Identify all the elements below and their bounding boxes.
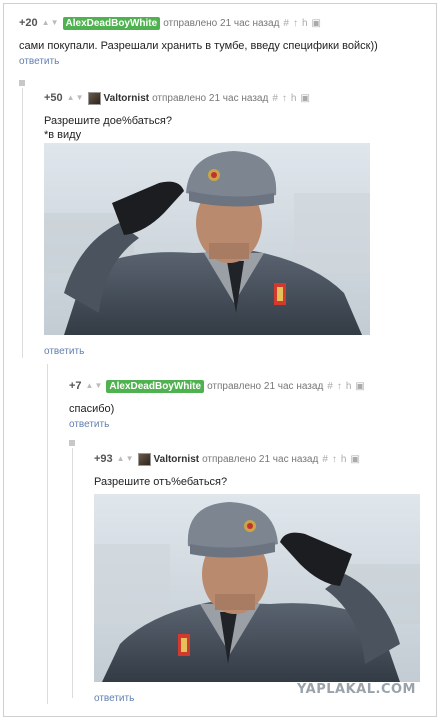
- comment-4: +93 ▲ ▼ Valtornist отправлено 21 час наз…: [94, 451, 424, 489]
- vote-up-icon[interactable]: ▲: [42, 19, 50, 27]
- permalink-icon[interactable]: #: [283, 18, 289, 29]
- tree-icon[interactable]: h: [341, 454, 347, 465]
- timestamp: отправлено 21 час назад: [163, 17, 280, 29]
- avatar[interactable]: [137, 452, 151, 466]
- permalink-icon[interactable]: #: [272, 93, 278, 104]
- save-icon[interactable]: ▣: [312, 18, 321, 29]
- vote-down-icon[interactable]: ▼: [94, 382, 102, 390]
- comment-text: Разрешите отъ%ебаться?: [94, 476, 228, 488]
- username[interactable]: Valtornist: [154, 454, 200, 465]
- comment-header: +50 ▲ ▼ Valtornist отправлено 21 час наз…: [44, 90, 424, 106]
- photo-illustration: [44, 143, 370, 335]
- parent-arrow-icon[interactable]: ↑: [282, 93, 287, 104]
- vote-down-icon[interactable]: ▼: [76, 94, 84, 102]
- timestamp: отправлено 21 час назад: [152, 92, 269, 104]
- parent-arrow-icon[interactable]: ↑: [293, 18, 298, 29]
- reply-link[interactable]: ответить: [94, 693, 134, 704]
- reply-link[interactable]: ответить: [44, 346, 84, 357]
- timestamp: отправлено 21 час назад: [207, 380, 324, 392]
- reply-link[interactable]: ответить: [69, 419, 109, 430]
- save-icon[interactable]: ▣: [355, 381, 364, 392]
- site-watermark: YAPLAKAL.COM: [297, 682, 416, 697]
- save-icon[interactable]: ▣: [300, 93, 309, 104]
- thread-line: [47, 364, 48, 704]
- permalink-icon[interactable]: #: [327, 381, 333, 392]
- comment-4-footer: ответить: [94, 690, 214, 704]
- comment-header: +20 ▲ ▼ AlexDeadBoyWhite отправлено 21 ч…: [19, 15, 429, 31]
- timestamp: отправлено 21 час назад: [202, 453, 319, 465]
- collapse-toggle[interactable]: [19, 80, 25, 86]
- comment-text-line-1: Разрешите дое%баться?: [44, 115, 173, 127]
- photo-illustration: [94, 494, 420, 682]
- comment-image-saluting-officer[interactable]: [44, 143, 370, 335]
- collapse-toggle[interactable]: [69, 440, 75, 446]
- score: +50: [44, 92, 63, 104]
- score: +20: [19, 17, 38, 29]
- parent-arrow-icon[interactable]: ↑: [332, 454, 337, 465]
- comment-header: +7 ▲ ▼ AlexDeadBoyWhite отправлено 21 ча…: [69, 378, 419, 394]
- comment-text-line-2: *в виду: [44, 129, 82, 141]
- parent-arrow-icon[interactable]: ↑: [337, 381, 342, 392]
- username[interactable]: Valtornist: [104, 93, 150, 104]
- permalink-icon[interactable]: #: [322, 454, 328, 465]
- thread-line: [22, 88, 23, 358]
- vote-up-icon[interactable]: ▲: [67, 94, 75, 102]
- vote-down-icon[interactable]: ▼: [126, 455, 134, 463]
- comment-2: +50 ▲ ▼ Valtornist отправлено 21 час наз…: [44, 90, 424, 142]
- thread-line: [72, 448, 73, 698]
- tree-icon[interactable]: h: [346, 381, 352, 392]
- username[interactable]: AlexDeadBoyWhite: [106, 379, 205, 393]
- score: +93: [94, 453, 113, 465]
- comment-text: спасибо): [69, 403, 115, 415]
- comment-header: +93 ▲ ▼ Valtornist отправлено 21 час наз…: [94, 451, 424, 467]
- vote-up-icon[interactable]: ▲: [117, 455, 125, 463]
- comment-3: +7 ▲ ▼ AlexDeadBoyWhite отправлено 21 ча…: [69, 378, 419, 430]
- save-icon[interactable]: ▣: [350, 454, 359, 465]
- tree-icon[interactable]: h: [302, 18, 308, 29]
- comment-2-footer: ответить: [44, 343, 164, 357]
- comment-image-mirrored-officer[interactable]: [94, 494, 420, 682]
- username[interactable]: AlexDeadBoyWhite: [62, 16, 161, 30]
- vote-down-icon[interactable]: ▼: [51, 19, 59, 27]
- reply-link[interactable]: ответить: [19, 56, 59, 67]
- comment-text: сами покупали. Разрешали хранить в тумбе…: [19, 40, 378, 52]
- score: +7: [69, 380, 82, 392]
- vote-up-icon[interactable]: ▲: [86, 382, 94, 390]
- comment-1: +20 ▲ ▼ AlexDeadBoyWhite отправлено 21 ч…: [19, 15, 429, 67]
- tree-icon[interactable]: h: [291, 93, 297, 104]
- avatar[interactable]: [87, 91, 101, 105]
